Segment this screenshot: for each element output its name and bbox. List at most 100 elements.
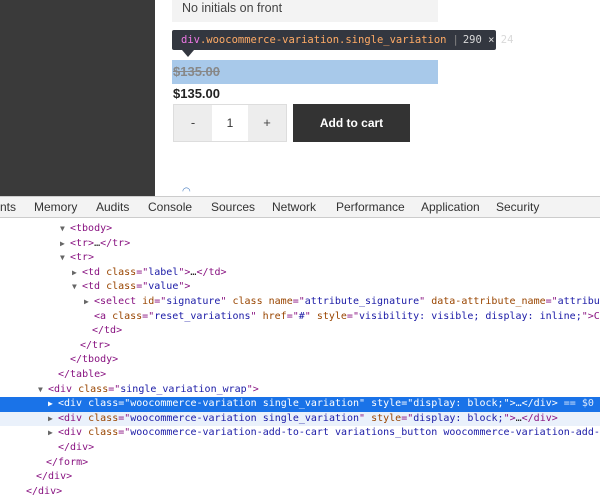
expanded-triangle-icon[interactable]: ▼: [60, 251, 70, 266]
dom-node-token: style: [371, 412, 402, 424]
dom-node-token: class: [112, 310, 143, 322]
collapsed-triangle-icon[interactable]: ▶: [48, 426, 58, 441]
devtools-tab-bar: nts Memory Audits Console Sources Network Perf…: [0, 196, 600, 218]
dom-node-token: =": [136, 266, 149, 278]
dom-node-row[interactable]: ▶ <div class="woocommerce-variation singl…: [0, 397, 600, 412]
quantity-input[interactable]: 1: [212, 105, 248, 141]
dom-node-row[interactable]: </div>: [0, 441, 600, 456]
dom-node-row[interactable]: ▼ <td class="value">: [0, 280, 600, 295]
dom-node-row[interactable]: </form>: [0, 456, 600, 471]
dom-node-token: <tr>: [70, 237, 95, 249]
dom-node-token: =": [118, 412, 131, 424]
highlighted-price: $135.00: [173, 64, 220, 79]
dom-node-token: <div: [58, 398, 89, 410]
dom-node-token: href: [262, 310, 287, 322]
dom-node-token: <div: [58, 412, 89, 424]
dom-node-token: signature: [166, 296, 221, 307]
dom-node-row[interactable]: </tr>: [0, 339, 600, 354]
dom-node-token: <div: [58, 427, 89, 439]
dom-node-token: woocommerce-variation-add-to-cart variat…: [130, 427, 600, 439]
dom-node-token: </table>: [58, 369, 107, 380]
collapsed-triangle-icon[interactable]: ▶: [60, 237, 70, 252]
dom-node-token: </tr>: [80, 339, 111, 351]
dom-node-token: class: [88, 412, 119, 424]
dom-node-token: =": [286, 310, 299, 322]
dom-node-token: </div>: [26, 485, 63, 497]
dom-node-row[interactable]: ▼ <tr>: [0, 251, 600, 266]
dom-node-token: <tbody>: [70, 223, 113, 234]
dom-node-row[interactable]: </div>: [0, 485, 600, 499]
dom-node-token: ">: [178, 281, 191, 293]
product-price: $135.00: [173, 86, 220, 101]
quantity-stepper[interactable]: - 1 +: [173, 104, 287, 142]
devtools-tab-security[interactable]: Security: [496, 200, 539, 214]
collapsed-triangle-icon[interactable]: ▶: [48, 397, 58, 412]
dom-node-token: id: [142, 296, 155, 307]
quantity-minus-button[interactable]: -: [174, 105, 212, 141]
option-text: No initials on front: [182, 1, 283, 15]
dom-node-token: <tr>: [70, 252, 95, 264]
dom-node-token: </tr>: [100, 237, 131, 249]
devtools-tab-performance[interactable]: Performance: [336, 200, 405, 214]
collapsed-triangle-icon[interactable]: ▶: [72, 266, 82, 281]
devtools-tab-memory[interactable]: Memory: [34, 200, 77, 214]
dom-node-row[interactable]: ▼ <tbody>: [0, 222, 600, 237]
dom-node-token: </tbody>: [70, 354, 119, 366]
quantity-plus-button[interactable]: +: [248, 105, 286, 141]
tooltip-separator: |: [452, 34, 459, 46]
dom-node-token: =": [346, 310, 359, 322]
devtools-tab-network[interactable]: Network: [272, 200, 316, 214]
dom-node-token: ": [304, 310, 317, 322]
dom-node-token: =": [108, 383, 121, 395]
dom-node-row[interactable]: </div>: [0, 470, 600, 485]
dom-node-token: class: [106, 266, 137, 278]
dom-node-token: label: [148, 266, 179, 278]
dom-node-row[interactable]: <a class="reset_variations" href="#" sty…: [0, 310, 600, 325]
dom-node-row[interactable]: ▶ <div class="woocommerce-variation-add-t…: [0, 426, 600, 441]
dom-node-token: ">C: [581, 310, 600, 322]
dom-node-token: </div>: [521, 398, 558, 410]
dom-node-token: == $0: [557, 398, 594, 410]
collapsed-triangle-icon[interactable]: ▶: [84, 295, 94, 310]
dom-node-token: class: [88, 398, 119, 410]
dom-node-token: display: block;: [413, 412, 504, 424]
devtools-tab-nts[interactable]: nts: [0, 200, 16, 214]
tooltip-class: .woocommerce-variation.single_variation: [199, 34, 447, 46]
dom-node-row[interactable]: ▼ <div class="single_variation_wrap">: [0, 383, 600, 398]
expanded-triangle-icon[interactable]: ▼: [72, 280, 82, 295]
dom-node-row[interactable]: </td>: [0, 324, 600, 339]
devtools-tab-audits[interactable]: Audits: [96, 200, 129, 214]
dom-node-token: visibility: visible; display: inline;: [358, 310, 582, 322]
devtools-tab-console[interactable]: Console: [148, 200, 192, 214]
dom-node-token: ">: [178, 266, 191, 278]
dom-node-token: attribute_signature: [304, 296, 420, 307]
dom-node-row[interactable]: ▶ <tr>…</tr>: [0, 237, 600, 252]
dom-node-row[interactable]: ▶ <select id="signature" class name="attr…: [0, 295, 600, 310]
add-to-cart-button[interactable]: Add to cart: [293, 104, 410, 142]
dom-node-token: =": [142, 310, 155, 322]
dom-node-token: ">: [503, 412, 516, 424]
dom-node-token: =": [401, 412, 414, 424]
dom-node-token: <select: [94, 296, 143, 307]
dom-node-row[interactable]: ▶ <div class="woocommerce-variation singl…: [0, 411, 600, 427]
dom-node-row[interactable]: </table>: [0, 368, 600, 383]
expanded-triangle-icon[interactable]: ▼: [38, 383, 48, 398]
devtools-tab-sources[interactable]: Sources: [211, 200, 255, 214]
collapsed-triangle-icon[interactable]: ▶: [48, 412, 58, 427]
dom-node-row[interactable]: </tbody>: [0, 353, 600, 368]
inspector-tooltip: div.woocommerce-variation.single_variati…: [172, 30, 513, 50]
devtools-tab-application[interactable]: Application: [421, 200, 480, 214]
dom-node-token: woocommerce-variation single_variation: [130, 398, 360, 410]
dom-node-token: =": [154, 296, 167, 307]
dom-node-token: =": [545, 296, 558, 307]
dom-node-token: style: [316, 310, 347, 322]
dom-node-token: data-attribute_name: [431, 296, 546, 307]
dom-node-token: attribu: [557, 296, 600, 307]
page-viewport: No initials on front $135.00 div.woocomm…: [0, 0, 600, 196]
dom-node-token: <a: [94, 310, 113, 322]
dom-node-token: =": [118, 398, 131, 410]
expanded-triangle-icon[interactable]: ▼: [60, 222, 70, 237]
tooltip-dimensions: 290 × 24: [462, 34, 514, 46]
dom-node-row[interactable]: ▶ <td class="label">…</td>: [0, 266, 600, 281]
elements-tree: ▼ <tbody> ▶ <tr>…</tr> ▼ <tr> ▶ <td class="labe…: [0, 218, 600, 497]
